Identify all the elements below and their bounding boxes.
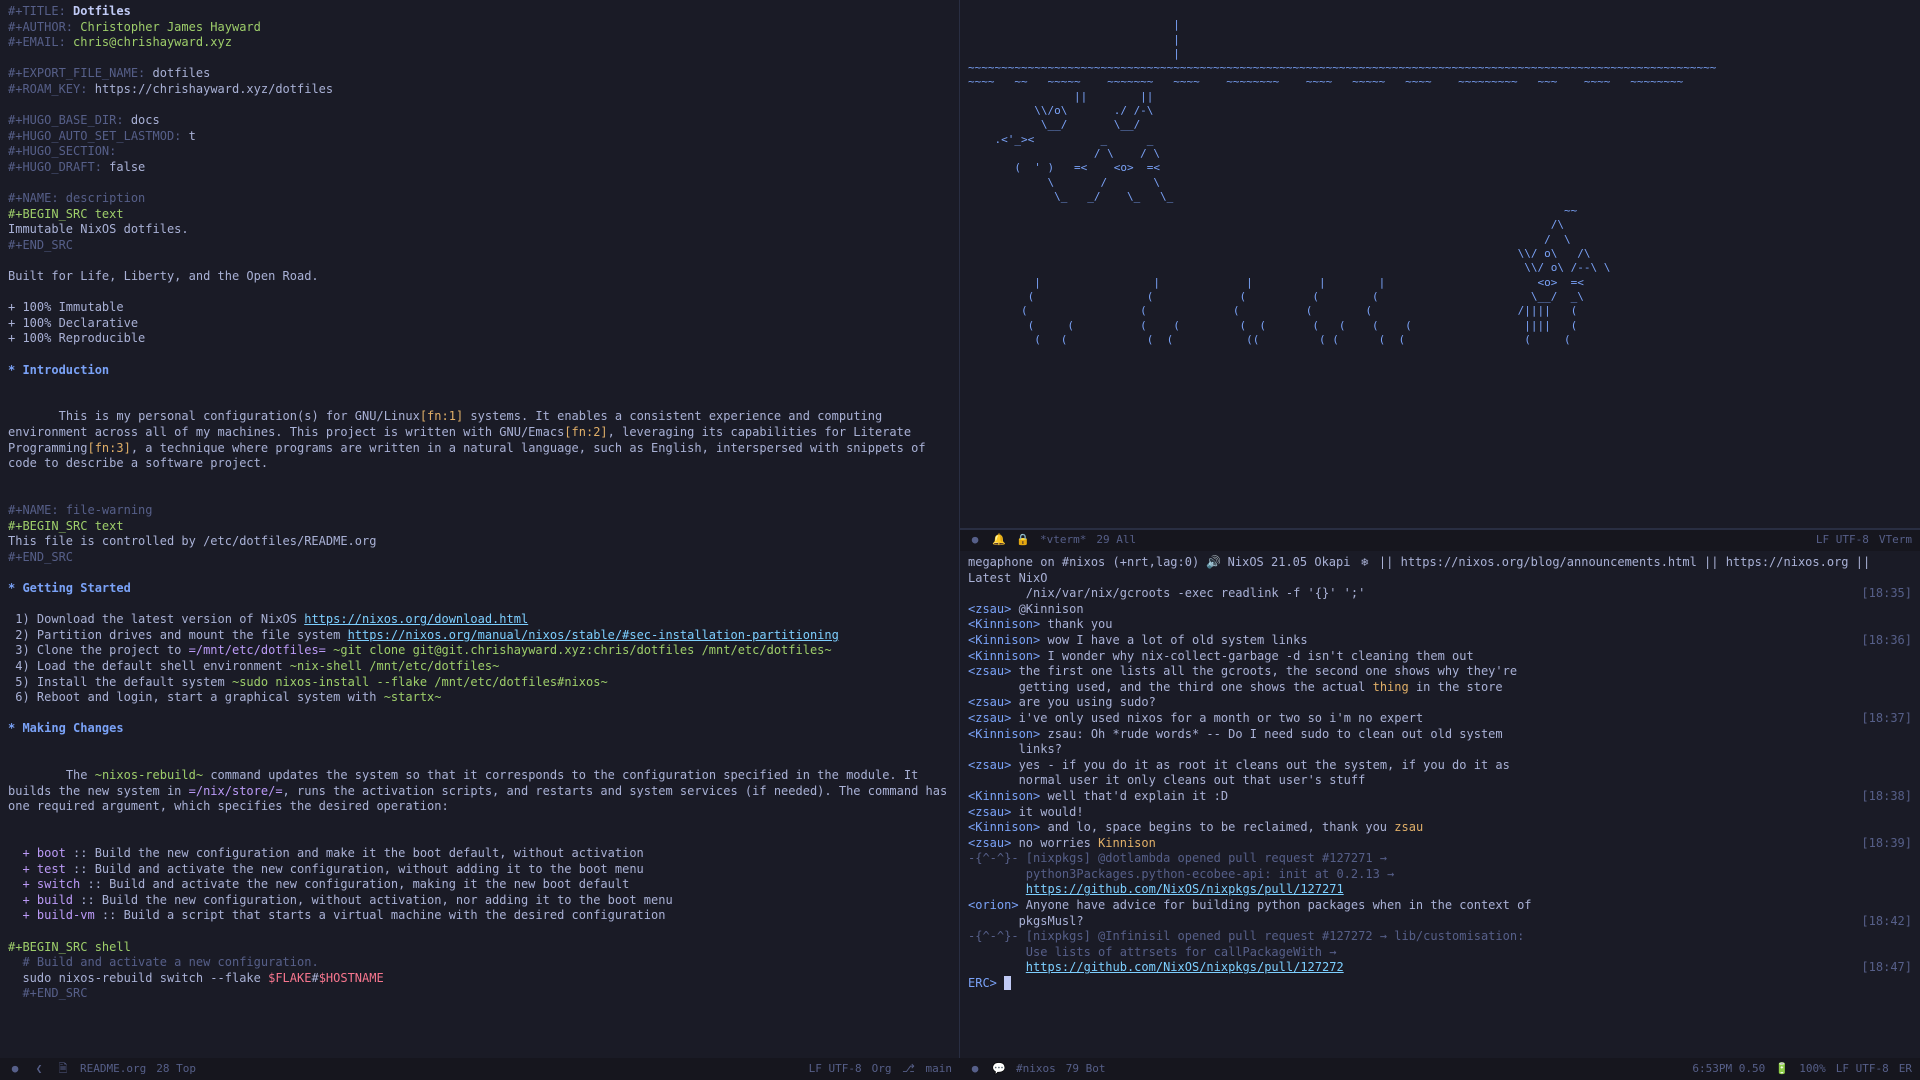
- desc-body: Immutable NixOS dotfiles.: [8, 222, 951, 238]
- org-key-hugodraft: #+HUGO_DRAFT:: [8, 160, 102, 174]
- org-author: Christopher James Hayward: [80, 20, 261, 34]
- bullet-reproducible: + 100% Reproducible: [8, 331, 951, 347]
- sh-command: sudo nixos-rebuild switch --flake $FLAKE…: [8, 971, 951, 987]
- making-changes-paragraph: The ~nixos-rebuild~ command updates the …: [8, 753, 951, 831]
- circle-icon: ●: [968, 1062, 982, 1076]
- major-mode: ER: [1899, 1062, 1912, 1076]
- begin-src-text: #+BEGIN_SRC text: [8, 207, 951, 223]
- org-key-email: #+EMAIL:: [8, 35, 66, 49]
- modeline-vterm: ● 🔔 🔒 *vterm* 29 All LF UTF-8 VTerm: [960, 529, 1920, 551]
- heading-getting-started[interactable]: * Getting Started: [8, 581, 951, 597]
- org-title: Dotfiles: [73, 4, 131, 18]
- circle-icon: ●: [968, 533, 982, 547]
- opt-build-vm: + build-vm :: Build a script that starts…: [8, 908, 951, 924]
- step-3: 3) Clone the project to =/mnt/etc/dotfil…: [8, 643, 951, 659]
- intro-paragraph: This is my personal configuration(s) for…: [8, 394, 951, 488]
- erc-prompt-line[interactable]: ERC>: [968, 976, 1912, 992]
- footnote-1[interactable]: [fn:1]: [420, 409, 463, 423]
- bullet-immutable: + 100% Immutable: [8, 300, 951, 316]
- end-src: #+END_SRC: [8, 238, 951, 254]
- snowflake-icon: ❄: [1358, 555, 1372, 571]
- end-src-2: #+END_SRC: [8, 550, 951, 566]
- chat-icon: 💬: [992, 1062, 1006, 1076]
- step-4: 4) Load the default shell environment ~n…: [8, 659, 951, 675]
- org-key-hugosect: #+HUGO_SECTION:: [8, 144, 116, 158]
- encoding: LF UTF-8: [1816, 533, 1869, 547]
- clock: 6:53PM 0.50: [1692, 1062, 1765, 1076]
- modeline-irc: ● 💬 #nixos 79 Bot 6:53PM 0.50 🔋 100% LF …: [960, 1058, 1920, 1080]
- position: 28 Top: [156, 1062, 196, 1076]
- sh-comment: # Build and activate a new configuration…: [8, 955, 951, 971]
- nixos-download-link[interactable]: https://nixos.org/download.html: [304, 612, 528, 626]
- opt-test: + test :: Build and activate the new con…: [8, 862, 951, 878]
- heading-making-changes[interactable]: * Making Changes: [8, 721, 951, 737]
- ascii-art: | | | ~~~~~~~~~~~~~~~~~~~~~~~~~~~~~~~~~~…: [968, 18, 1912, 347]
- buffer-name: #nixos: [1016, 1062, 1056, 1076]
- irc-topic-2: /nix/var/nix/gcroots -exec readlink -f '…: [968, 586, 1912, 602]
- opt-boot: + boot :: Build the new configuration an…: [8, 846, 951, 862]
- major-mode: VTerm: [1879, 533, 1912, 547]
- vterm-buffer[interactable]: | | | ~~~~~~~~~~~~~~~~~~~~~~~~~~~~~~~~~~…: [960, 0, 1920, 529]
- step-5: 5) Install the default system ~sudo nixo…: [8, 675, 951, 691]
- step-1: 1) Download the latest version of NixOS …: [8, 612, 951, 628]
- speaker-icon: 🔊: [1206, 555, 1220, 571]
- chevron-left-icon: ❮: [32, 1062, 46, 1076]
- org-key-hugobase: #+HUGO_BASE_DIR:: [8, 113, 124, 127]
- cursor: [1004, 976, 1011, 990]
- begin-src-text-2: #+BEGIN_SRC text: [8, 519, 951, 535]
- encoding: LF UTF-8: [809, 1062, 862, 1076]
- begin-src-shell: #+BEGIN_SRC shell: [8, 940, 951, 956]
- erc-prompt: ERC>: [968, 976, 997, 990]
- buffer-name: README.org: [80, 1062, 146, 1076]
- modeline-left: ● ❮ 🗎 README.org 28 Top LF UTF-8 Org ⎇ m…: [0, 1058, 960, 1080]
- footnote-3[interactable]: [fn:3]: [87, 441, 130, 455]
- irc-topic: megaphone on #nixos (+nrt,lag:0) 🔊 NixOS…: [968, 555, 1912, 586]
- heading-introduction[interactable]: * Introduction: [8, 363, 951, 379]
- nixos-partition-link[interactable]: https://nixos.org/manual/nixos/stable/#s…: [348, 628, 839, 642]
- step-2: 2) Partition drives and mount the file s…: [8, 628, 951, 644]
- org-name-warn: #+NAME: file-warning: [8, 503, 951, 519]
- warn-body: This file is controlled by /etc/dotfiles…: [8, 534, 951, 550]
- bell-icon: 🔔: [992, 533, 1006, 547]
- buffer-name: *vterm*: [1040, 533, 1086, 547]
- end-src-3: #+END_SRC: [8, 986, 951, 1002]
- org-key-export: #+EXPORT_FILE_NAME:: [8, 66, 145, 80]
- irc-bot-msg: -{^-^}- [nixpkgs] @dotlambda opened pull…: [968, 851, 1912, 867]
- opt-build: + build :: Build the new configuration, …: [8, 893, 951, 909]
- bullet-declarative: + 100% Declarative: [8, 316, 951, 332]
- pr-127271-link[interactable]: https://github.com/NixOS/nixpkgs/pull/12…: [1026, 882, 1344, 896]
- org-key-author: #+AUTHOR:: [8, 20, 73, 34]
- position: 79 Bot: [1066, 1062, 1106, 1076]
- tagline: Built for Life, Liberty, and the Open Ro…: [8, 269, 951, 285]
- circle-icon: ●: [8, 1062, 22, 1076]
- encoding: LF UTF-8: [1836, 1062, 1889, 1076]
- footnote-2[interactable]: [fn:2]: [564, 425, 607, 439]
- erc-buffer[interactable]: megaphone on #nixos (+nrt,lag:0) 🔊 NixOS…: [960, 551, 1920, 1058]
- org-buffer[interactable]: #+TITLE: Dotfiles #+AUTHOR: Christopher …: [0, 0, 960, 1058]
- pr-127272-link[interactable]: https://github.com/NixOS/nixpkgs/pull/12…: [1026, 960, 1344, 974]
- file-icon: 🗎: [56, 1062, 70, 1076]
- lock-icon: 🔒: [1016, 533, 1030, 547]
- major-mode: Org: [872, 1062, 892, 1076]
- org-key-roam: #+ROAM_KEY:: [8, 82, 87, 96]
- org-email: chris@chrishayward.xyz: [73, 35, 232, 49]
- opt-switch: + switch :: Build and activate the new c…: [8, 877, 951, 893]
- step-6: 6) Reboot and login, start a graphical s…: [8, 690, 951, 706]
- org-key-title: #+TITLE:: [8, 4, 66, 18]
- position: 29 All: [1096, 533, 1136, 547]
- battery-icon: 🔋: [1775, 1062, 1789, 1076]
- branch-icon: ⎇: [902, 1062, 916, 1076]
- org-name-desc: #+NAME: description: [8, 191, 951, 207]
- git-branch: main: [926, 1062, 953, 1076]
- battery-pct: 100%: [1799, 1062, 1826, 1076]
- org-key-hugolm: #+HUGO_AUTO_SET_LASTMOD:: [8, 129, 181, 143]
